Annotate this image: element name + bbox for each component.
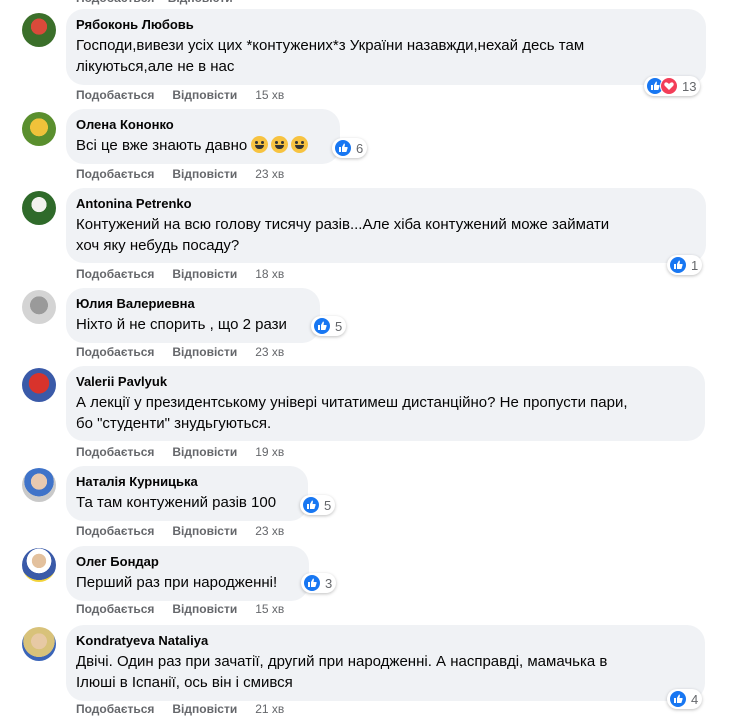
comment-text: Та там контужений разів 100 (76, 494, 277, 511)
comment-actions: Подобається Відповісти 23 хв (76, 523, 284, 539)
reply-button[interactable]: Відповісти (172, 701, 237, 717)
reactions-badge[interactable]: 6 (332, 138, 368, 158)
like-button[interactable]: Подобається (76, 523, 154, 539)
reply-button[interactable]: Відповісти (172, 344, 237, 360)
like-button[interactable]: Подобається (76, 87, 154, 103)
comment-text: А лекції у президентському універі читат… (76, 394, 628, 432)
comment-author[interactable]: Юлия Валериевна (76, 296, 308, 312)
comment-author[interactable]: Valerii Pavlyuk (76, 374, 693, 390)
avatar[interactable] (22, 468, 56, 502)
timestamp[interactable]: 23 хв (255, 166, 284, 182)
comment-author[interactable]: Олег Бондар (76, 554, 297, 570)
comment-actions: Подобається Відповісти 15 хв (76, 601, 284, 617)
avatar[interactable] (22, 368, 56, 402)
comment-text: Перший раз при народженні! (76, 574, 278, 591)
comment-author[interactable]: Олена Кононко (76, 117, 328, 133)
comment-bubble: Юлия Валериевна Ніхто й не спорить , що … (66, 288, 320, 343)
timestamp[interactable]: 21 хв (255, 701, 284, 717)
avatar[interactable] (22, 548, 56, 582)
comment-actions: Подобається Відповісти 19 хв (76, 444, 284, 460)
comment-actions: Подобається Відповісти 23 хв (76, 344, 284, 360)
reply-button[interactable]: Відповісти (172, 523, 237, 539)
reply-button[interactable]: Відповісти (172, 166, 237, 182)
like-button[interactable]: Подобається (76, 166, 154, 182)
comment-text: Ніхто й не спорить , що 2 рази (76, 316, 287, 333)
timestamp[interactable]: 23 хв (255, 523, 284, 539)
comment-actions: Подобається Відповісти 18 хв (76, 266, 284, 282)
like-icon (669, 256, 687, 274)
comment-actions: Подобається Відповісти 15 хв (76, 87, 284, 103)
reactions-badge[interactable]: 5 (311, 316, 347, 336)
avatar[interactable] (22, 112, 56, 146)
comment-text: Господи,вивези усіх цих *контужених*з Ук… (76, 37, 585, 75)
comment-text: Двічі. Один раз при зачатії, другий при … (76, 653, 608, 691)
reactions-badge[interactable]: 5 (300, 495, 336, 515)
comment-actions: Подобається Відповісти 21 хв (76, 701, 284, 717)
reactions-badge[interactable]: 1 (667, 255, 703, 275)
like-icon (669, 690, 687, 708)
like-button[interactable]: Подобається (76, 344, 154, 360)
comment-bubble: Рябоконь Любовь Господи,вивези усіх цих … (66, 9, 706, 85)
comment-author[interactable]: Kondratyeva Nataliya (76, 633, 693, 649)
reactions-badge[interactable]: 4 (667, 689, 703, 709)
timestamp[interactable]: 15 хв (255, 87, 284, 103)
comment-bubble: Олег Бондар Перший раз при народженні! (66, 546, 309, 601)
like-icon (303, 574, 321, 592)
like-button[interactable]: Подобається (76, 701, 154, 717)
avatar[interactable] (22, 191, 56, 225)
timestamp[interactable]: 23 хв (255, 344, 284, 360)
grinning-emoji-icon (271, 136, 289, 153)
like-button[interactable]: Подобається (76, 601, 154, 617)
reactions-badge[interactable]: 13 (644, 76, 701, 96)
reactions-badge[interactable]: 3 (301, 573, 337, 593)
timestamp[interactable]: 15 хв (255, 601, 284, 617)
reply-button[interactable]: Відповісти (172, 444, 237, 460)
comment-bubble: Наталія Курницька Та там контужений разі… (66, 466, 308, 521)
cut-off-actions: Подобається Відповісти (76, 0, 233, 5)
like-button[interactable]: Подобається (76, 266, 154, 282)
comment-author[interactable]: Наталія Курницька (76, 474, 296, 490)
comment-actions: Подобається Відповісти 23 хв (76, 166, 284, 182)
avatar[interactable] (22, 627, 56, 661)
love-icon (660, 77, 678, 95)
comment-author[interactable]: Рябоконь Любовь (76, 17, 694, 33)
grinning-emoji-icon (291, 136, 309, 153)
comment-text: Контужений на всю голову тисячу разів...… (76, 216, 610, 254)
grinning-emoji-icon (251, 136, 269, 153)
comment-bubble: Antonina Petrenko Контужений на всю голо… (66, 188, 706, 263)
comment-bubble: Олена Кононко Всі це вже знають давно (66, 109, 340, 164)
comment-bubble: Kondratyeva Nataliya Двічі. Один раз при… (66, 625, 705, 701)
like-button[interactable]: Подобається (76, 444, 154, 460)
like-icon (334, 139, 352, 157)
timestamp[interactable]: 18 хв (255, 266, 284, 282)
comment-bubble: Valerii Pavlyuk А лекції у президентсько… (66, 366, 705, 441)
comment-author[interactable]: Antonina Petrenko (76, 196, 694, 212)
reply-button[interactable]: Відповісти (172, 601, 237, 617)
avatar[interactable] (22, 290, 56, 324)
timestamp[interactable]: 19 хв (255, 444, 284, 460)
like-icon (302, 496, 320, 514)
avatar[interactable] (22, 13, 56, 47)
like-icon (313, 317, 331, 335)
reply-button[interactable]: Відповісти (172, 87, 237, 103)
comment-text: Всі це вже знають давно (76, 135, 328, 156)
reply-button[interactable]: Відповісти (172, 266, 237, 282)
